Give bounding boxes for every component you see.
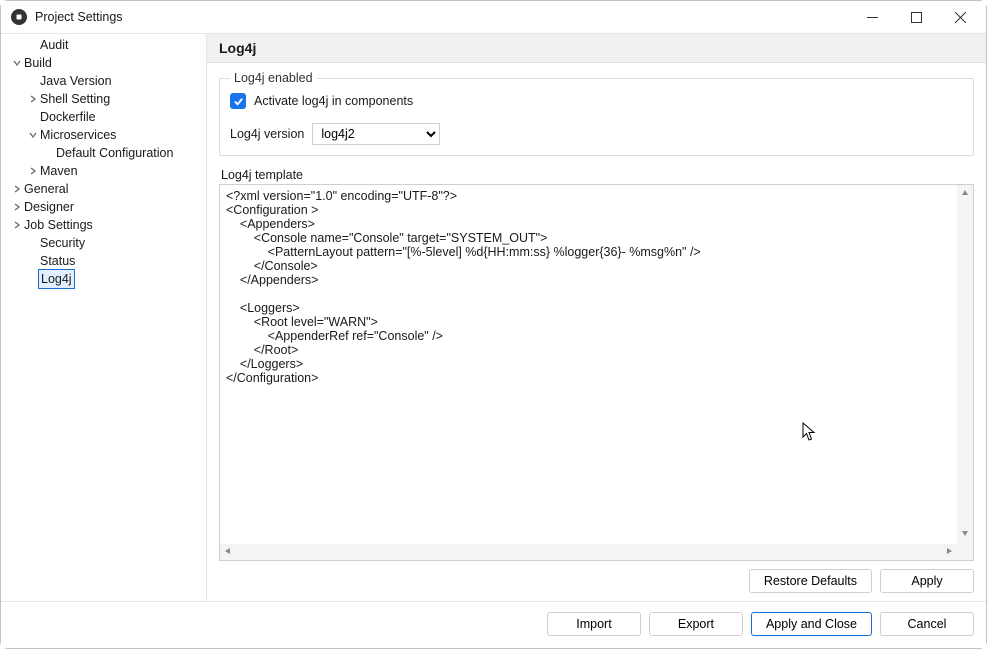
sidebar-item-microservices[interactable]: Microservices	[1, 126, 206, 144]
sidebar-item-label: Job Settings	[22, 216, 95, 234]
sidebar-item-label: Dockerfile	[38, 108, 98, 126]
sidebar-item-label: Microservices	[38, 126, 118, 144]
app-icon	[11, 9, 27, 25]
sidebar-item-label: Security	[38, 234, 87, 252]
chevron-right-icon[interactable]	[7, 185, 21, 193]
apply-and-close-button[interactable]: Apply and Close	[751, 612, 872, 636]
sidebar-item-designer[interactable]: Designer	[1, 198, 206, 216]
template-text[interactable]: <?xml version="1.0" encoding="UTF-8"?> <…	[220, 185, 973, 560]
apply-button[interactable]: Apply	[880, 569, 974, 593]
activate-row: Activate log4j in components	[230, 93, 963, 109]
sidebar-item-audit[interactable]: Audit	[1, 36, 206, 54]
sidebar-item-label: Shell Setting	[38, 90, 112, 108]
sidebar-item-label: Java Version	[38, 72, 114, 90]
scroll-corner	[957, 544, 973, 560]
version-row: Log4j version log4j2	[230, 123, 963, 145]
import-button[interactable]: Import	[547, 612, 641, 636]
sidebar-item-label: Audit	[38, 36, 71, 54]
sidebar-item-status[interactable]: Status	[1, 252, 206, 270]
sidebar-tree[interactable]: AuditBuildJava VersionShell SettingDocke…	[1, 34, 207, 601]
sidebar-item-security[interactable]: Security	[1, 234, 206, 252]
log4j-enabled-group: Log4j enabled Activate log4j in componen…	[219, 71, 974, 156]
chevron-down-icon[interactable]	[23, 131, 37, 139]
activate-label[interactable]: Activate log4j in components	[254, 94, 413, 108]
chevron-down-icon[interactable]	[7, 59, 21, 67]
content-footer: Restore Defaults Apply	[219, 561, 974, 593]
activate-checkbox[interactable]	[230, 93, 246, 109]
sidebar-item-dockerfile[interactable]: Dockerfile	[1, 108, 206, 126]
sidebar-item-job-settings[interactable]: Job Settings	[1, 216, 206, 234]
version-label: Log4j version	[230, 127, 304, 141]
page-title: Log4j	[207, 34, 986, 63]
minimize-button[interactable]	[850, 2, 894, 32]
chevron-right-icon[interactable]	[23, 95, 37, 103]
sidebar-item-log4j[interactable]: Log4j	[1, 270, 206, 288]
scroll-left-icon[interactable]	[220, 543, 236, 562]
scrollbar-horizontal[interactable]	[220, 544, 957, 560]
cancel-button[interactable]: Cancel	[880, 612, 974, 636]
close-button[interactable]	[938, 2, 982, 32]
template-editor[interactable]: <?xml version="1.0" encoding="UTF-8"?> <…	[219, 184, 974, 561]
sidebar-item-label: Maven	[38, 162, 80, 180]
content-pane: Log4j Log4j enabled Activate log4j in co…	[207, 34, 986, 601]
log4j-enabled-legend: Log4j enabled	[230, 71, 317, 85]
content-body: Log4j enabled Activate log4j in componen…	[207, 63, 986, 601]
sidebar-item-shell-setting[interactable]: Shell Setting	[1, 90, 206, 108]
chevron-right-icon[interactable]	[7, 203, 21, 211]
sidebar-item-label: Build	[22, 54, 54, 72]
chevron-right-icon[interactable]	[7, 221, 21, 229]
template-label: Log4j template	[221, 168, 974, 182]
sidebar-item-default-configuration[interactable]: Default Configuration	[1, 144, 206, 162]
sidebar-item-label: Designer	[22, 198, 76, 216]
scroll-down-icon[interactable]	[957, 525, 973, 544]
dialog-button-bar: Import Export Apply and Close Cancel	[1, 601, 986, 648]
sidebar-item-label: General	[22, 180, 70, 198]
sidebar-item-java-version[interactable]: Java Version	[1, 72, 206, 90]
version-select[interactable]: log4j2	[312, 123, 440, 145]
titlebar: Project Settings	[1, 1, 986, 33]
scrollbar-vertical[interactable]	[957, 185, 973, 544]
sidebar-item-maven[interactable]: Maven	[1, 162, 206, 180]
sidebar-item-label: Default Configuration	[54, 144, 175, 162]
scroll-right-icon[interactable]	[941, 543, 957, 562]
export-button[interactable]: Export	[649, 612, 743, 636]
chevron-right-icon[interactable]	[23, 167, 37, 175]
sidebar-item-general[interactable]: General	[1, 180, 206, 198]
sidebar-item-label: Log4j	[38, 269, 75, 289]
window-title: Project Settings	[35, 10, 850, 24]
dialog-body: AuditBuildJava VersionShell SettingDocke…	[1, 33, 986, 601]
scroll-up-icon[interactable]	[957, 185, 973, 204]
sidebar-item-label: Status	[38, 252, 77, 270]
sidebar-item-build[interactable]: Build	[1, 54, 206, 72]
maximize-button[interactable]	[894, 2, 938, 32]
restore-defaults-button[interactable]: Restore Defaults	[749, 569, 872, 593]
